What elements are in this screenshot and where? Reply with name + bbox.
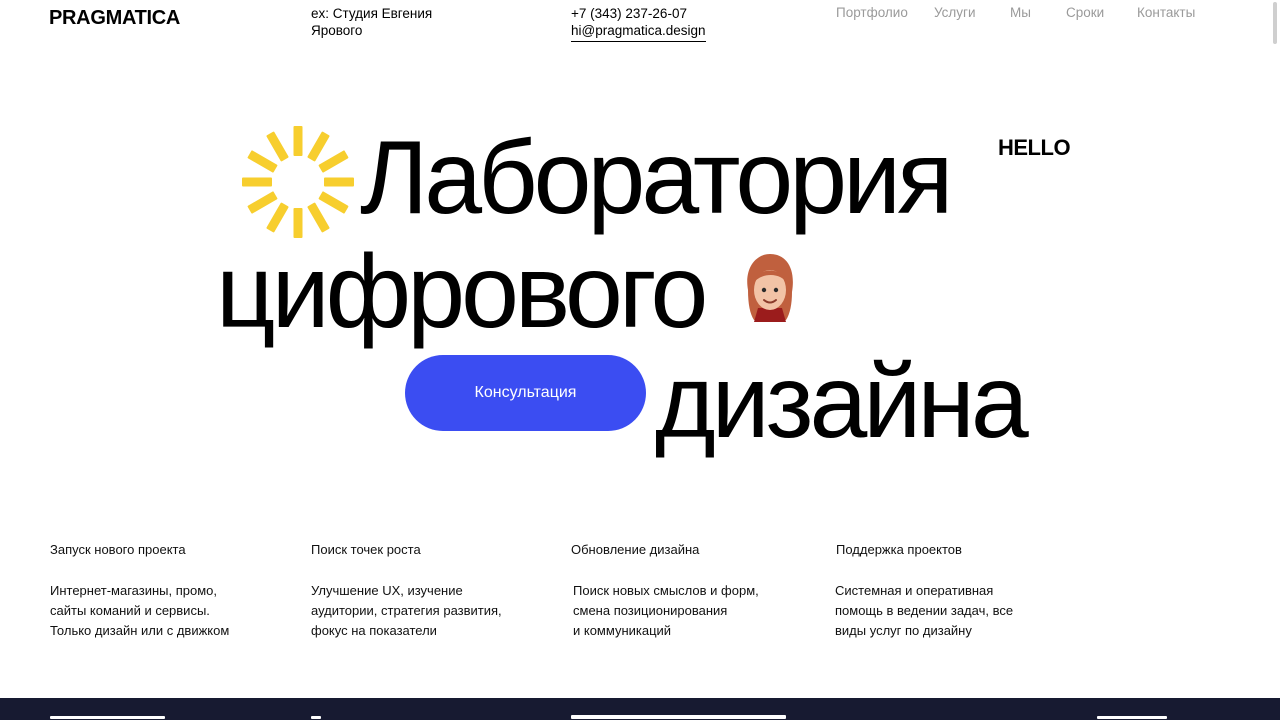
sun-icon: [242, 126, 354, 238]
scrollbar-thumb[interactable]: [1273, 2, 1277, 44]
feature-desc-line: Системная и оперативная: [835, 583, 994, 598]
feature-desc-line: Интернет-магазины, промо,: [50, 583, 218, 598]
nav-terms[interactable]: Сроки: [1066, 5, 1104, 20]
feature-description: Улучшение UX, изучение аудитории, страте…: [311, 581, 551, 641]
email-link[interactable]: hi@pragmatica.design: [571, 22, 706, 42]
feature-desc-line: смена позиционирования: [573, 603, 728, 618]
feature-title: Обновление дизайна: [571, 542, 700, 557]
feature-desc-line: виды услуг по дизайну: [835, 623, 972, 638]
main-nav: Портфолио Услуги Мы Сроки Контакты: [0, 5, 1280, 25]
feature-desc-line: аудитории, стратегия развития,: [311, 603, 502, 618]
feature-desc-line: Только дизайн или с движком: [50, 623, 230, 638]
avatar-emoji-icon: [747, 254, 793, 322]
feature-desc-line: помощь в ведении задач, все: [835, 603, 1014, 618]
feature-description: Поиск новых смыслов и форм, смена позици…: [571, 581, 811, 641]
feature-new-project: Запуск нового проекта Интернет-магазины,…: [50, 541, 290, 641]
feature-desc-line: сайты команий и сервисы.: [50, 603, 210, 618]
hero-line-2: цифрового: [216, 234, 708, 350]
hello-label: HELLO: [998, 135, 1071, 160]
nav-contacts[interactable]: Контакты: [1137, 5, 1195, 20]
feature-title: Поддержка проектов: [836, 542, 962, 557]
consultation-button[interactable]: Консультация: [405, 355, 646, 431]
footer-section: [0, 698, 1280, 720]
feature-desc-line: Поиск новых смыслов и форм,: [573, 583, 759, 598]
feature-description: Интернет-магазины, промо, сайты команий …: [50, 581, 290, 641]
hero-line-3: дизайна: [655, 344, 1029, 460]
feature-desc-line: и коммуникаций: [573, 623, 672, 638]
feature-growth: Поиск точек роста Улучшение UX, изучение…: [311, 541, 551, 641]
feature-redesign: Обновление дизайна Поиск новых смыслов и…: [571, 541, 811, 641]
feature-title: Поиск точек роста: [311, 542, 421, 557]
feature-description: Системная и оперативная помощь в ведении…: [835, 581, 1076, 641]
nav-portfolio[interactable]: Портфолио: [836, 5, 908, 20]
feature-support: Поддержка проектов Системная и оперативн…: [835, 541, 1076, 641]
nav-services[interactable]: Услуги: [934, 5, 976, 20]
feature-desc-line: Улучшение UX, изучение: [311, 583, 463, 598]
nav-about[interactable]: Мы: [1010, 5, 1031, 20]
feature-title: Запуск нового проекта: [50, 542, 186, 557]
feature-desc-line: фокус на показатели: [311, 623, 437, 638]
hero-line-1: Лаборатория: [360, 120, 953, 236]
